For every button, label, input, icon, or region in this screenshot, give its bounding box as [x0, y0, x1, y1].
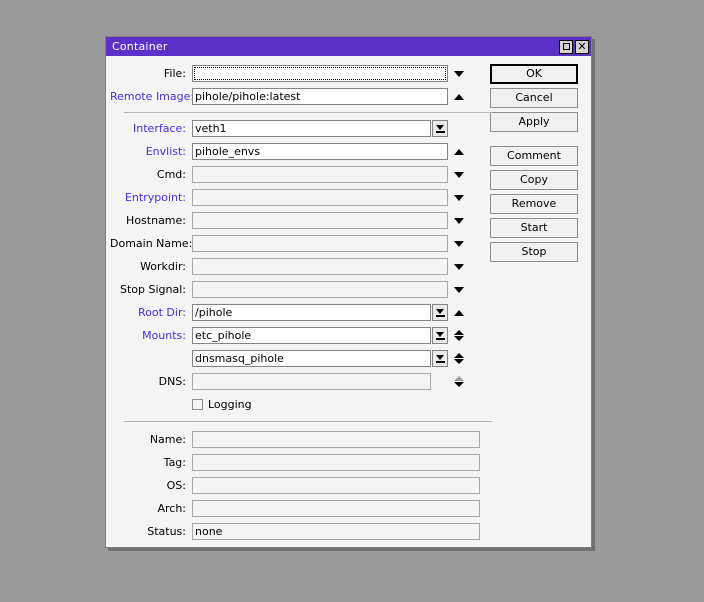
interface-picker-button[interactable] [432, 120, 448, 137]
file-dropdown-icon[interactable] [448, 65, 470, 82]
row-tag: Tag: [110, 451, 490, 474]
workdir-dropdown-icon[interactable] [448, 258, 470, 275]
label-remote-image[interactable]: Remote Image: [110, 90, 194, 103]
row-cmd: Cmd: [110, 163, 490, 186]
label-name: Name: [149, 433, 186, 446]
label-cmd: Cmd: [156, 168, 186, 181]
row-mounts-2 [110, 347, 490, 370]
remote-image-caret-up-icon[interactable] [448, 88, 470, 105]
separator-bottom [124, 421, 492, 422]
container-dialog: Container ✕ File: Remote Image: pihole/p… [105, 36, 592, 548]
status-input[interactable] [192, 523, 480, 540]
label-file: File: [163, 67, 186, 80]
button-gap [490, 136, 591, 146]
row-status: Status: [110, 520, 490, 543]
label-os: OS: [166, 479, 186, 492]
row-logging: Logging [110, 393, 490, 415]
arch-input[interactable] [192, 500, 480, 517]
window-title: Container [112, 40, 168, 53]
os-input[interactable] [192, 477, 480, 494]
row-envlist: Envlist: [110, 140, 490, 163]
row-dns: DNS: [110, 370, 490, 393]
label-domain-name: Domain Name: [110, 237, 193, 250]
logging-label: Logging [208, 397, 252, 411]
envlist-caret-up-icon[interactable] [448, 143, 470, 160]
maximize-button[interactable] [559, 39, 573, 54]
row-workdir: Workdir: [110, 255, 490, 278]
label-root-dir[interactable]: Root Dir: [110, 306, 192, 319]
row-root-dir: Root Dir: [110, 301, 490, 324]
start-button[interactable]: Start [490, 218, 578, 238]
root-dir-picker-button[interactable] [432, 304, 448, 321]
entrypoint-dropdown-icon[interactable] [448, 189, 470, 206]
cmd-dropdown-icon[interactable] [448, 166, 470, 183]
tag-input[interactable] [192, 454, 480, 471]
remote-image-input[interactable] [192, 88, 448, 105]
file-input[interactable] [192, 65, 448, 82]
row-file: File: [110, 62, 490, 85]
stop-signal-dropdown-icon[interactable] [448, 281, 470, 298]
root-dir-input[interactable] [192, 304, 431, 321]
label-mounts[interactable]: Mounts: [110, 329, 192, 342]
row-os: OS: [110, 474, 490, 497]
dialog-content: File: Remote Image: Interface: [106, 56, 591, 547]
domain-name-dropdown-icon[interactable] [448, 235, 470, 252]
mounts-input-2[interactable] [192, 350, 431, 367]
button-column: OK Cancel Apply Comment Copy Remove Star… [490, 62, 591, 547]
row-mounts: Mounts: [110, 324, 490, 347]
label-interface[interactable]: Interface: [110, 122, 192, 135]
stop-button[interactable]: Stop [490, 242, 578, 262]
row-stop-signal: Stop Signal: [110, 278, 490, 301]
mounts-picker-button-2[interactable] [432, 350, 448, 367]
mounts-spinner-1[interactable] [448, 327, 470, 344]
label-tag: Tag: [163, 456, 186, 469]
root-dir-caret-up-icon[interactable] [448, 304, 470, 321]
domain-name-input[interactable] [192, 235, 448, 252]
label-workdir: Workdir: [140, 260, 186, 273]
row-domain-name: Domain Name: [110, 232, 490, 255]
square-icon [562, 43, 570, 50]
form-area: File: Remote Image: Interface: [106, 62, 492, 547]
row-remote-image: Remote Image: [110, 85, 490, 108]
title-bar: Container ✕ [106, 37, 591, 56]
row-name: Name: [110, 428, 490, 451]
label-arch: Arch: [157, 502, 186, 515]
entrypoint-input[interactable] [192, 189, 448, 206]
dns-spinner[interactable] [448, 373, 470, 390]
name-input[interactable] [192, 431, 480, 448]
mounts-picker-button-1[interactable] [432, 327, 448, 344]
label-entrypoint[interactable]: Entrypoint: [110, 191, 192, 204]
hostname-input[interactable] [192, 212, 448, 229]
comment-button[interactable]: Comment [490, 146, 578, 166]
separator-top [124, 112, 492, 113]
workdir-input[interactable] [192, 258, 448, 275]
close-icon: ✕ [577, 39, 587, 53]
ok-button[interactable]: OK [490, 64, 578, 84]
label-dns: DNS: [158, 375, 186, 388]
stop-signal-input[interactable] [192, 281, 448, 298]
remove-button[interactable]: Remove [490, 194, 578, 214]
copy-button[interactable]: Copy [490, 170, 578, 190]
row-hostname: Hostname: [110, 209, 490, 232]
dns-input[interactable] [192, 373, 431, 390]
apply-button[interactable]: Apply [490, 112, 578, 132]
row-interface: Interface: [110, 117, 490, 140]
label-envlist[interactable]: Envlist: [110, 145, 192, 158]
label-stop-signal: Stop Signal: [120, 283, 186, 296]
close-button[interactable]: ✕ [575, 39, 589, 54]
label-hostname: Hostname: [126, 214, 186, 227]
logging-checkbox[interactable] [192, 398, 203, 410]
envlist-input[interactable] [192, 143, 448, 160]
mounts-spinner-2[interactable] [448, 350, 470, 367]
cancel-button[interactable]: Cancel [490, 88, 578, 108]
interface-input[interactable] [192, 120, 431, 137]
hostname-dropdown-icon[interactable] [448, 212, 470, 229]
label-status: Status: [147, 525, 186, 538]
row-arch: Arch: [110, 497, 490, 520]
mounts-input-1[interactable] [192, 327, 431, 344]
cmd-input[interactable] [192, 166, 448, 183]
row-entrypoint: Entrypoint: [110, 186, 490, 209]
